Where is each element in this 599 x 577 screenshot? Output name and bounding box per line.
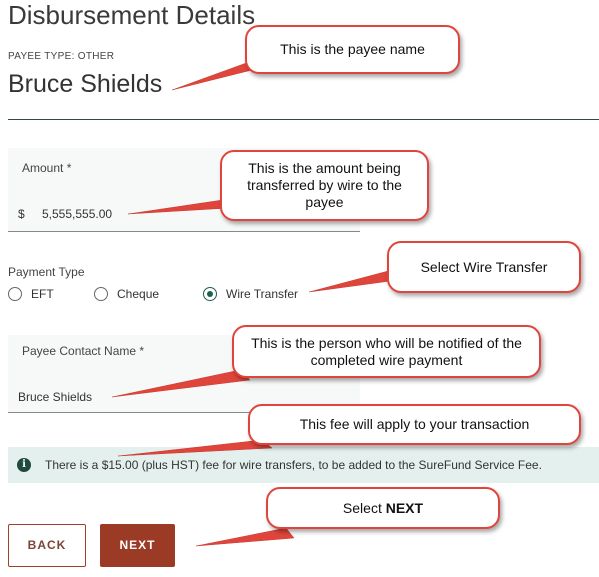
callout-payee-name: This is the payee name [245, 25, 460, 74]
callout-next: Select NEXT [266, 487, 500, 529]
callout-wire-transfer: Select Wire Transfer [387, 241, 581, 293]
callout-contact: This is the person who will be notified … [232, 325, 541, 378]
wire-pointer [308, 269, 399, 293]
callout-amount: This is the amount being transferred by … [220, 150, 429, 221]
callout-fee: This fee will apply to your transaction [248, 404, 581, 445]
callout-next-bold: NEXT [385, 499, 424, 516]
fee-pointer [117, 439, 273, 457]
callout-next-prefix: Select [342, 499, 386, 516]
contact-pointer [111, 369, 251, 398]
next-pointer [195, 527, 295, 547]
